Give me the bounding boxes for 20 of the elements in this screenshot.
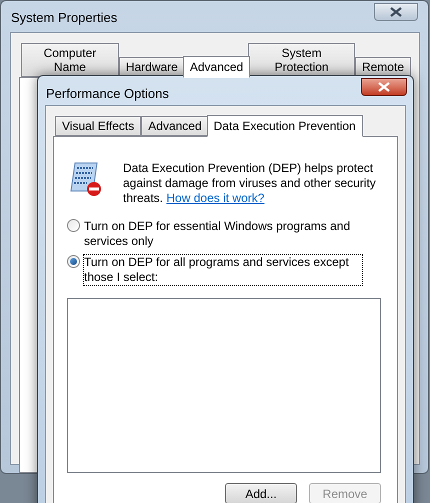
tab[interactable]: Computer Name — [21, 43, 119, 77]
tab[interactable]: Visual Effects — [55, 116, 142, 136]
radio-label: Turn on DEP for essential Windows programs and services only — [83, 218, 352, 250]
radio-label: Turn on DEP for all programs and services except those I select: — [83, 254, 363, 286]
radio-button[interactable] — [67, 255, 80, 268]
binary-document-icon — [69, 161, 103, 197]
dialog-title: Performance Options — [46, 85, 169, 103]
close-button[interactable] — [361, 78, 407, 96]
help-link[interactable]: How does it work? — [166, 191, 264, 205]
close-icon — [390, 7, 402, 17]
close-icon — [378, 82, 390, 92]
window-title: System Properties — [11, 9, 118, 27]
radio-button[interactable] — [67, 219, 80, 232]
description-text: Data Execution Prevention (DEP) helps protect against damage from viruses and other security threats. How does it work? — [123, 161, 377, 206]
close-button[interactable] — [374, 3, 418, 21]
tab[interactable]: Advanced — [141, 116, 209, 136]
dialog-button[interactable]: Add... — [225, 483, 297, 503]
tab[interactable]: System Protection — [248, 43, 355, 77]
tab[interactable]: Advanced — [182, 56, 250, 78]
tab[interactable]: Data Execution Prevention — [206, 115, 363, 137]
